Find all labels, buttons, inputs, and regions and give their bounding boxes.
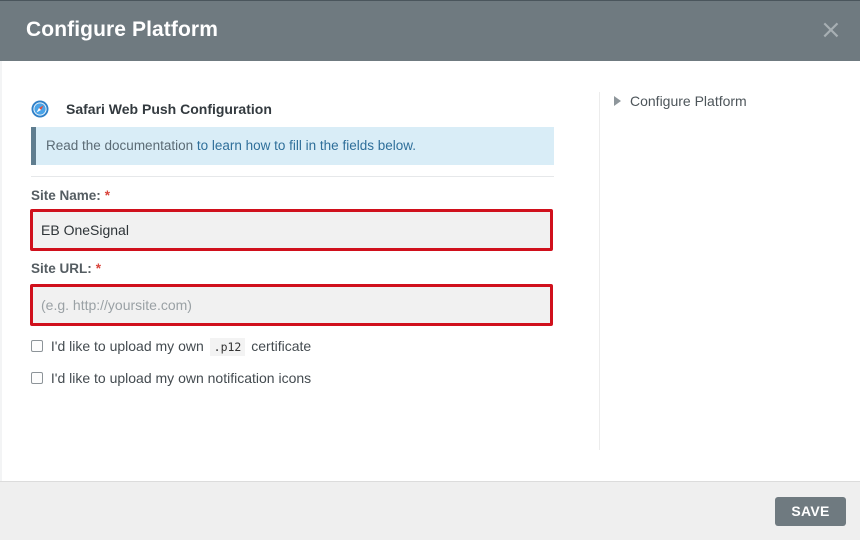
upload-icons-checkbox[interactable] (31, 372, 43, 384)
p12-code-tag: .p12 (209, 338, 246, 356)
upload-p12-text-before: I'd like to upload my own (50, 338, 204, 354)
required-marker: * (95, 261, 102, 276)
upload-p12-text-after: certificate (251, 338, 312, 354)
upload-p12-option[interactable]: I'd like to upload my own .p12 certifica… (31, 338, 312, 356)
site-name-label: Site Name: * (31, 188, 110, 203)
upload-icons-option[interactable]: I'd like to upload my own notification i… (31, 370, 311, 386)
sidebar-item-label: Configure Platform (630, 93, 747, 109)
sidebar-item-configure-platform[interactable]: Configure Platform (614, 93, 747, 109)
upload-p12-checkbox[interactable] (31, 340, 43, 352)
site-name-label-text: Site Name: (31, 188, 101, 203)
save-button[interactable]: SAVE (775, 497, 846, 526)
section-title: Safari Web Push Configuration (66, 101, 272, 117)
site-url-label: Site URL: * (31, 261, 101, 276)
modal-footer (0, 481, 860, 540)
configure-platform-modal: Configure Platform × Safari Web Push Con… (0, 0, 860, 540)
modal-left-edge (0, 61, 2, 481)
caret-right-icon (614, 96, 621, 106)
section-divider (31, 176, 554, 177)
site-name-field-wrapper (30, 209, 553, 251)
site-url-label-text: Site URL: (31, 261, 92, 276)
documentation-link[interactable]: to learn how to fill in the fields below… (197, 138, 416, 153)
modal-title: Configure Platform (26, 18, 218, 41)
info-callout: Read the documentation to learn how to f… (31, 127, 554, 165)
close-icon[interactable]: × (820, 17, 842, 43)
required-marker: * (104, 188, 111, 203)
site-url-field-wrapper (30, 284, 553, 326)
modal-header: Configure Platform × (0, 0, 860, 61)
info-text: Read the documentation (46, 138, 197, 153)
upload-icons-text: I'd like to upload my own notification i… (50, 370, 312, 386)
site-name-input[interactable] (33, 212, 550, 248)
site-url-input[interactable] (33, 287, 550, 323)
safari-compass-icon (31, 100, 49, 118)
sidebar-divider (599, 92, 600, 450)
